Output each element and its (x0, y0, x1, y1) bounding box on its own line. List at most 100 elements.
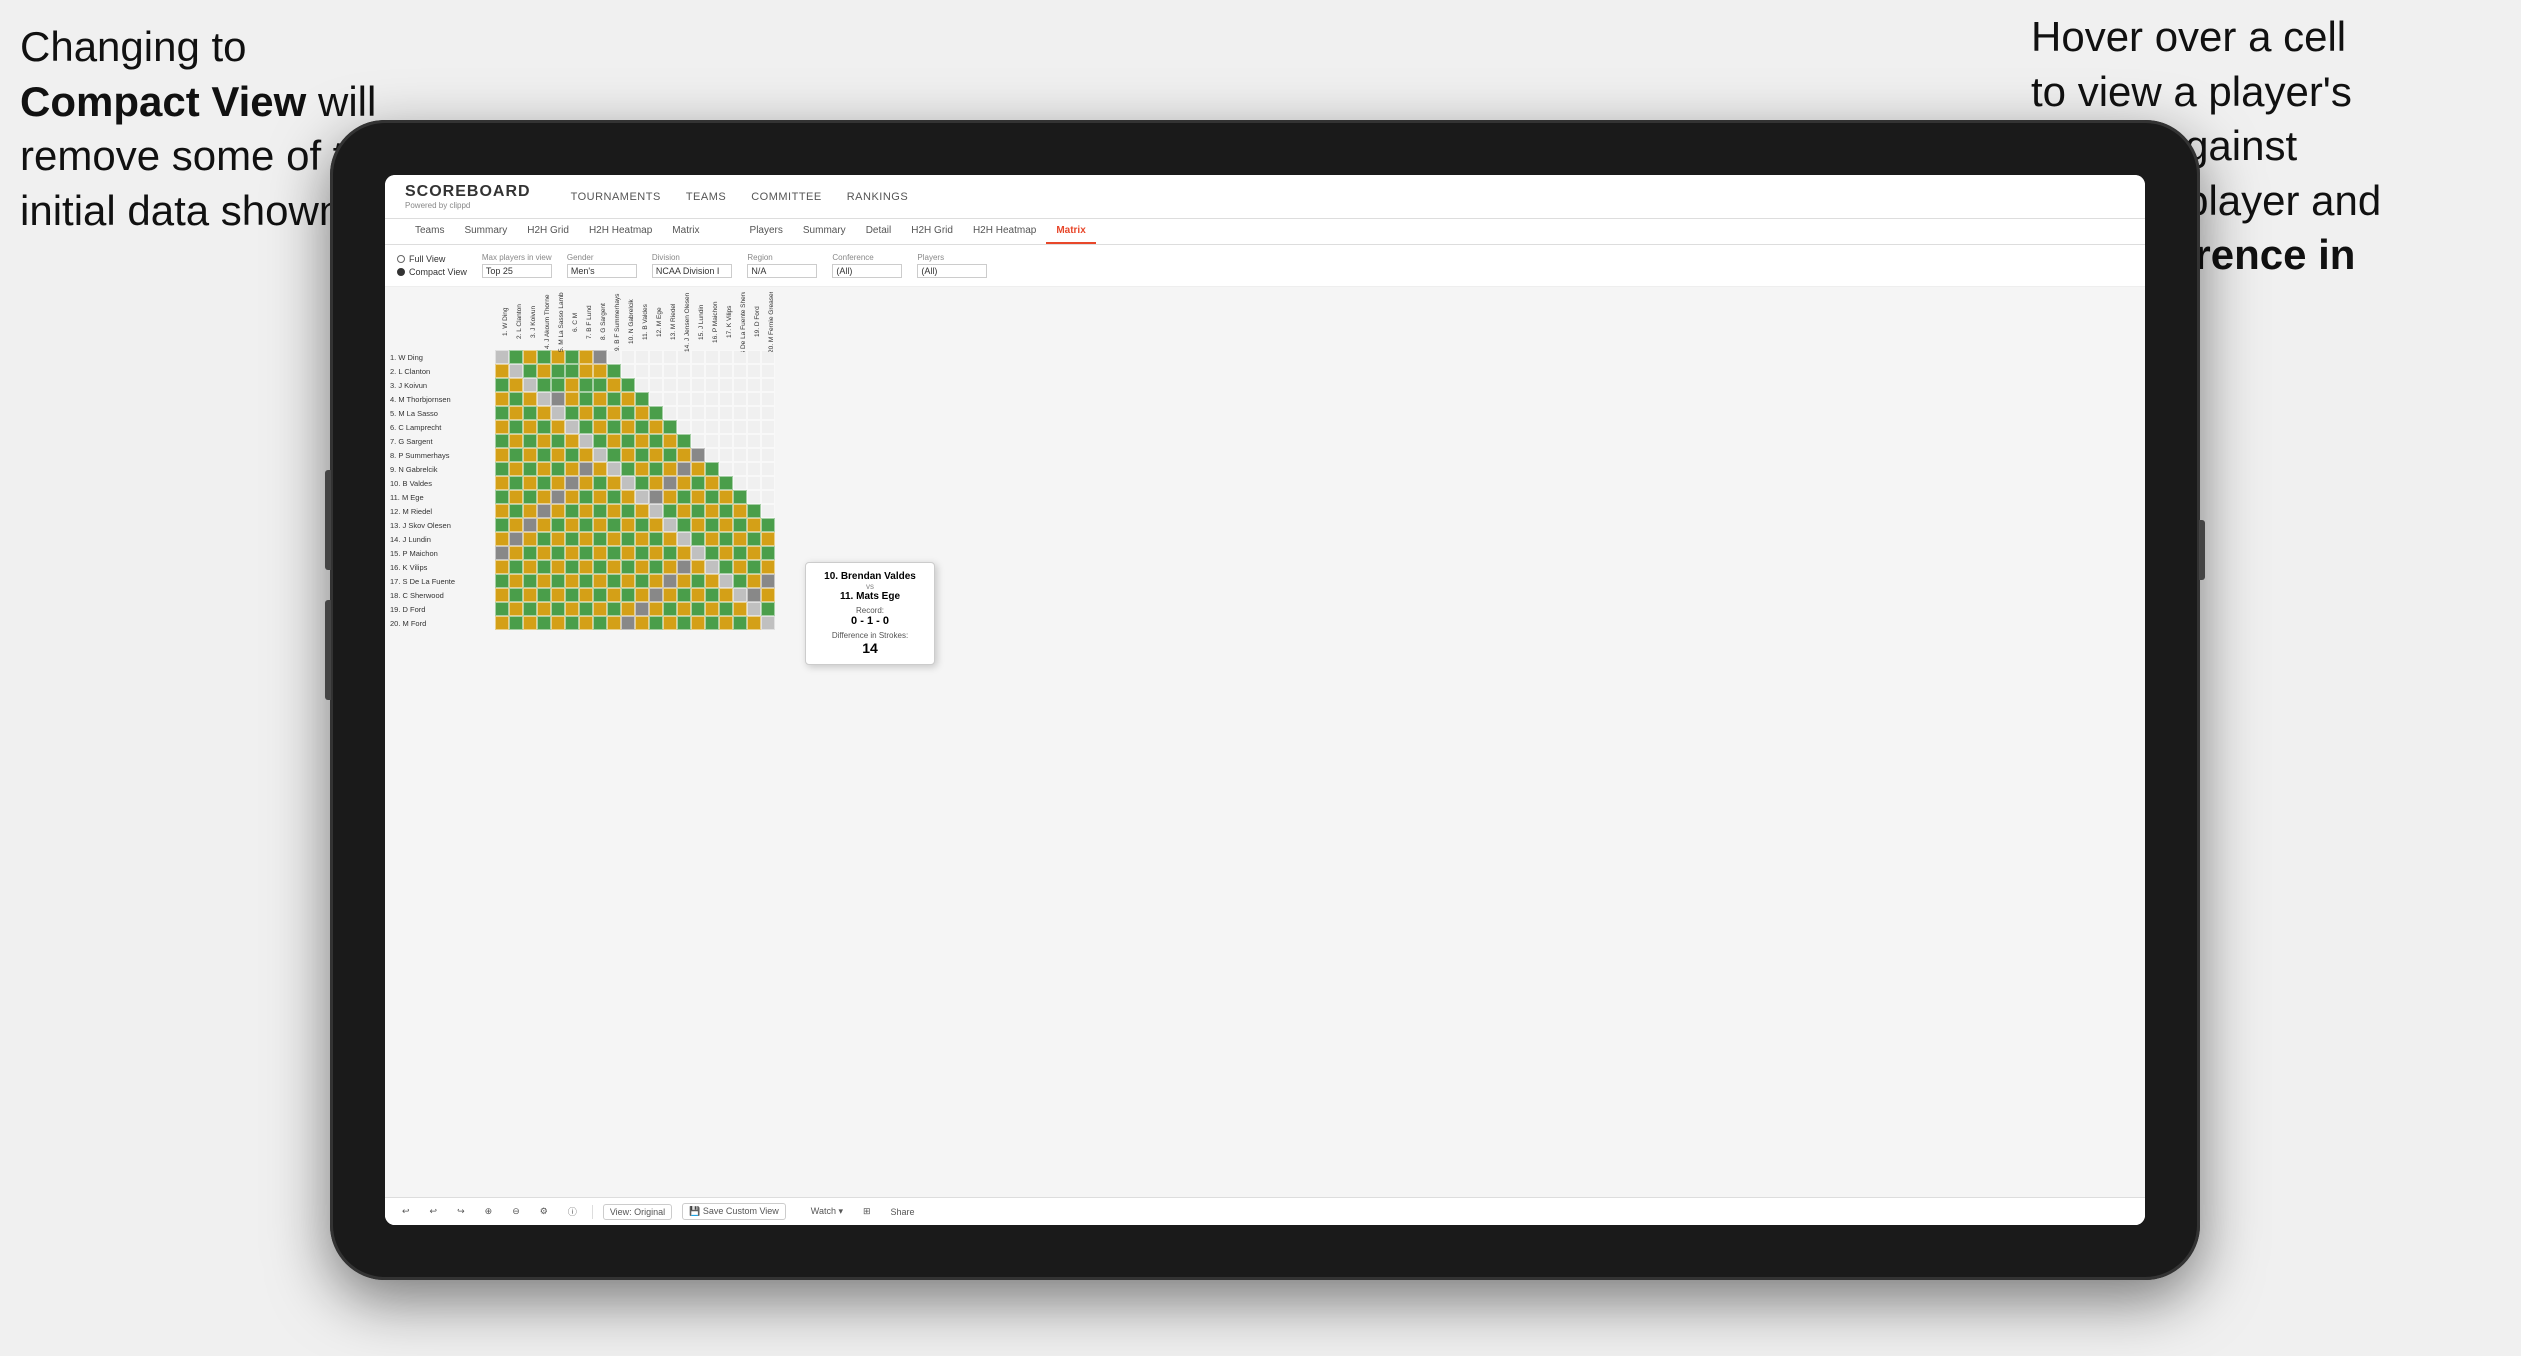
grid-cell[interactable] (733, 476, 747, 490)
grid-cell[interactable] (565, 462, 579, 476)
grid-cell[interactable] (733, 462, 747, 476)
save-custom-btn[interactable]: 💾 Save Custom View (682, 1203, 786, 1220)
grid-cell[interactable] (551, 616, 565, 630)
grid-cell[interactable] (579, 490, 593, 504)
grid-row[interactable] (495, 406, 2140, 420)
grid-cell[interactable] (607, 616, 621, 630)
grid-cell[interactable] (761, 490, 775, 504)
grid-cell[interactable] (593, 602, 607, 616)
grid-cell[interactable] (495, 616, 509, 630)
grid-cell[interactable] (691, 560, 705, 574)
grid-cell[interactable] (565, 476, 579, 490)
grid-cell[interactable] (509, 602, 523, 616)
tab-summary1[interactable]: Summary (454, 219, 517, 244)
grid-cell[interactable] (593, 588, 607, 602)
grid-cell[interactable] (705, 420, 719, 434)
matrix-grid[interactable]: 1. W Ding2. L Clanton3. J Koivun4. J Ako… (495, 292, 2140, 1220)
max-players-select[interactable]: Top 25 (482, 264, 552, 278)
grid-cell[interactable] (677, 406, 691, 420)
grid-cell[interactable] (747, 560, 761, 574)
grid-cell[interactable] (495, 406, 509, 420)
tab-matrix2[interactable]: Matrix (1046, 219, 1095, 244)
nav-committee[interactable]: COMMITTEE (751, 189, 822, 205)
grid-cell[interactable] (579, 588, 593, 602)
grid-cell[interactable] (733, 364, 747, 378)
grid-cell[interactable] (747, 378, 761, 392)
grid-cell[interactable] (635, 406, 649, 420)
grid-cell[interactable] (691, 378, 705, 392)
grid-cell[interactable] (705, 602, 719, 616)
grid-cell[interactable] (537, 448, 551, 462)
grid-cell[interactable] (691, 490, 705, 504)
undo-btn[interactable]: ↩ (397, 1204, 415, 1219)
grid-cell[interactable] (495, 378, 509, 392)
grid-cell[interactable] (719, 448, 733, 462)
grid-cell[interactable] (663, 560, 677, 574)
grid-cell[interactable] (677, 616, 691, 630)
grid-row[interactable] (495, 364, 2140, 378)
grid-cell[interactable] (733, 616, 747, 630)
grid-cell[interactable] (565, 532, 579, 546)
grid-cell[interactable] (551, 574, 565, 588)
grid-cell[interactable] (593, 518, 607, 532)
grid-cell[interactable] (593, 448, 607, 462)
grid-cell[interactable] (677, 420, 691, 434)
grid-cell[interactable] (579, 532, 593, 546)
grid-cell[interactable] (747, 476, 761, 490)
grid-cell[interactable] (537, 378, 551, 392)
grid-cell[interactable] (537, 406, 551, 420)
grid-cell[interactable] (747, 490, 761, 504)
conference-select[interactable]: (All) (832, 264, 902, 278)
grid-cell[interactable] (621, 406, 635, 420)
grid-cell[interactable] (691, 350, 705, 364)
grid-cell[interactable] (649, 378, 663, 392)
grid-cell[interactable] (621, 588, 635, 602)
tab-h2h-heatmap2[interactable]: H2H Heatmap (963, 219, 1046, 244)
grid-cell[interactable] (649, 532, 663, 546)
grid-cell[interactable] (719, 392, 733, 406)
grid-cell[interactable] (495, 392, 509, 406)
grid-row[interactable] (495, 588, 2140, 602)
grid-cell[interactable] (621, 462, 635, 476)
grid-cell[interactable] (551, 392, 565, 406)
grid-cell[interactable] (761, 602, 775, 616)
grid-cell[interactable] (523, 504, 537, 518)
grid-cell[interactable] (509, 462, 523, 476)
grid-cell[interactable] (495, 462, 509, 476)
grid-cell[interactable] (565, 574, 579, 588)
grid-cell[interactable] (649, 588, 663, 602)
grid-cell[interactable] (761, 476, 775, 490)
grid-cell[interactable] (677, 490, 691, 504)
grid-row[interactable] (495, 490, 2140, 504)
grid-cell[interactable] (537, 364, 551, 378)
grid-cell[interactable] (761, 504, 775, 518)
grid-row[interactable] (495, 616, 2140, 630)
grid-cell[interactable] (677, 532, 691, 546)
grid-cell[interactable] (761, 406, 775, 420)
settings-btn[interactable]: ⚙ (535, 1204, 553, 1219)
grid-cell[interactable] (537, 532, 551, 546)
grid-cell[interactable] (719, 588, 733, 602)
grid-cell[interactable] (551, 448, 565, 462)
grid-cell[interactable] (509, 378, 523, 392)
grid-cell[interactable] (509, 392, 523, 406)
grid-cell[interactable] (621, 434, 635, 448)
watch-btn[interactable]: Watch ▾ (806, 1204, 848, 1219)
layout-btn[interactable]: ⊞ (858, 1204, 876, 1219)
grid-cell[interactable] (593, 616, 607, 630)
grid-cell[interactable] (635, 434, 649, 448)
grid-cell[interactable] (509, 616, 523, 630)
grid-cell[interactable] (677, 518, 691, 532)
grid-cell[interactable] (719, 574, 733, 588)
grid-cell[interactable] (565, 490, 579, 504)
grid-cell[interactable] (635, 378, 649, 392)
grid-cell[interactable] (593, 406, 607, 420)
grid-cell[interactable] (761, 616, 775, 630)
grid-cell[interactable] (761, 392, 775, 406)
grid-cell[interactable] (565, 364, 579, 378)
grid-row[interactable] (495, 574, 2140, 588)
grid-cell[interactable] (551, 476, 565, 490)
grid-cell[interactable] (523, 406, 537, 420)
gender-select[interactable]: Men's (567, 264, 637, 278)
grid-cell[interactable] (761, 420, 775, 434)
